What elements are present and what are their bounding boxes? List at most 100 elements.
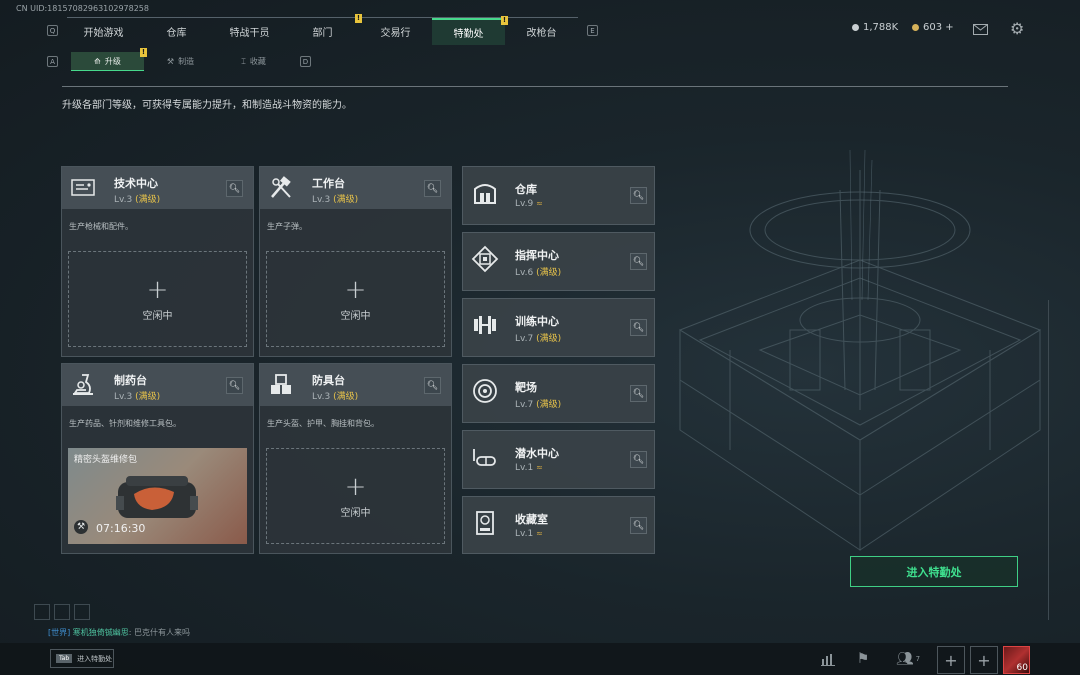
inspect-button[interactable]: 🔍︎ bbox=[226, 377, 243, 394]
department-card-armor-bench[interactable]: 防具台 Lv.3 (满级) 🔍︎ 生产头盔、护甲、胸挂和背包。 + 空闲中 bbox=[259, 363, 452, 554]
mail-icon[interactable] bbox=[973, 24, 988, 35]
production-slot[interactable]: + 空闲中 bbox=[68, 251, 247, 347]
card-level: Lv.1 ≈ bbox=[515, 463, 543, 473]
card-description: 生产子弹。 bbox=[267, 222, 307, 231]
friends-count: 7 bbox=[915, 655, 921, 663]
card-header: 技术中心 Lv.3 (满级) 🔍︎ bbox=[62, 167, 253, 209]
training-center-icon bbox=[474, 316, 496, 334]
card-level: Lv.3 (满级) bbox=[114, 195, 161, 205]
friends-icon: 👥︎ bbox=[895, 651, 914, 667]
chat-channel: [世界] bbox=[48, 628, 71, 637]
department-card-pharmacy[interactable]: 制药台 Lv.3 (满级) 🔍︎ 生产药品、针剂和维修工具包。 精密头盔维修包 … bbox=[61, 363, 254, 554]
chat-message: 巴克什有人来吗 bbox=[134, 628, 191, 637]
tab-start-game[interactable]: 开始游戏 bbox=[67, 18, 140, 45]
coin-icon bbox=[852, 24, 859, 31]
player-avatar[interactable]: 60 bbox=[1003, 646, 1030, 674]
wrench-icon: ⚒ bbox=[74, 520, 88, 534]
friends-button[interactable]: 👥︎ 7 bbox=[893, 648, 923, 670]
flag-icon[interactable]: ⚑ bbox=[852, 648, 874, 670]
divider bbox=[62, 86, 1008, 87]
tab-special-ops[interactable]: 特勤处! bbox=[432, 15, 508, 45]
magnifier-icon: 🔍︎ bbox=[632, 454, 645, 465]
card-title: 仓库 bbox=[515, 183, 537, 196]
inspect-button[interactable]: 🔍︎ bbox=[424, 180, 441, 197]
tab-trade[interactable]: 交易行 bbox=[359, 18, 432, 45]
magnifier-icon: 🔍︎ bbox=[228, 183, 241, 194]
upgrade-available-icon: ≈ bbox=[536, 199, 543, 208]
token-balance[interactable]: 603 + bbox=[912, 22, 954, 33]
magnifier-icon: 🔍︎ bbox=[632, 520, 645, 531]
command-center-icon bbox=[471, 245, 499, 273]
inspect-button[interactable]: 🔍︎ bbox=[630, 319, 647, 336]
facility-wireframe-background bbox=[678, 150, 1042, 551]
card-level: Lv.7 (满级) bbox=[515, 334, 562, 344]
magnifier-icon: 🔍︎ bbox=[632, 256, 645, 267]
chat-sender[interactable]: 寒机独倚铖幽思 bbox=[73, 628, 129, 637]
pharmacy-icon bbox=[73, 374, 93, 395]
inspect-button[interactable]: 🔍︎ bbox=[630, 187, 647, 204]
inspect-button[interactable]: 🔍︎ bbox=[630, 385, 647, 402]
department-card-command-center[interactable]: 指挥中心 Lv.6 (满级) 🔍︎ bbox=[462, 232, 655, 291]
magnifier-icon: 🔍︎ bbox=[426, 380, 439, 391]
subtab-collection[interactable]: ⌶ 收藏 bbox=[217, 52, 290, 71]
department-card-collection-room[interactable]: 收藏室 Lv.1 ≈ 🔍︎ bbox=[462, 496, 655, 554]
player-uid: CN UID:18157082963102978258 bbox=[16, 4, 149, 13]
department-card-workbench[interactable]: 工作台 Lv.3 (满级) 🔍︎ 生产子弹。 + 空闲中 bbox=[259, 166, 452, 357]
department-card-training-center[interactable]: 训练中心 Lv.7 (满级) 🔍︎ bbox=[462, 298, 655, 357]
card-title: 靶场 bbox=[515, 381, 537, 394]
workbench-icon bbox=[271, 176, 291, 198]
player-level: 60 bbox=[1016, 663, 1028, 673]
main-navigation: Q 开始游戏 仓库 特战干员 部门! 交易行 特勤处! 改枪台 E bbox=[47, 13, 598, 45]
card-level: Lv.9 ≈ bbox=[515, 199, 543, 209]
world-chat-line[interactable]: [世界] 寒机独倚铖幽思: 巴克什有人来吗 bbox=[48, 627, 190, 638]
subtab-upgrade[interactable]: ⟰ 升级! bbox=[71, 48, 147, 71]
slot-status: 空闲中 bbox=[340, 507, 371, 519]
item-name: 精密头盔维修包 bbox=[74, 455, 138, 465]
enter-special-ops-button[interactable]: 进入特勤处 bbox=[850, 556, 1018, 587]
department-card-tech-center[interactable]: 技术中心 Lv.3 (满级) 🔍︎ 生产枪械和配件。 + 空闲中 bbox=[61, 166, 254, 357]
tab-hint-button[interactable]: Tab 进入特勤处 bbox=[50, 649, 114, 668]
department-card-warehouse[interactable]: 仓库 Lv.9 ≈ 🔍︎ bbox=[462, 166, 655, 225]
subtab-craft[interactable]: ⚒ 制造 bbox=[144, 52, 217, 71]
inspect-button[interactable]: 🔍︎ bbox=[226, 180, 243, 197]
corner-decoration bbox=[54, 604, 70, 620]
upgrade-icon: ⟰ bbox=[94, 56, 101, 66]
production-slot[interactable]: + 空闲中 bbox=[266, 251, 445, 347]
department-card-shooting-range[interactable]: 靶场 Lv.7 (满级) 🔍︎ bbox=[462, 364, 655, 423]
frame-line bbox=[1048, 300, 1049, 620]
corner-decoration bbox=[34, 604, 50, 620]
invite-slot-button[interactable]: + bbox=[970, 646, 998, 674]
production-item[interactable]: 精密头盔维修包 ⚒ 07:16:30 bbox=[68, 448, 247, 544]
tab-department[interactable]: 部门! bbox=[286, 13, 362, 45]
plus-icon: + bbox=[344, 471, 367, 502]
card-title: 指挥中心 bbox=[515, 249, 559, 262]
inspect-button[interactable]: 🔍︎ bbox=[424, 377, 441, 394]
collection-room-icon bbox=[476, 511, 494, 535]
tab-gunsmith[interactable]: 改枪台 bbox=[505, 18, 578, 45]
inspect-button[interactable]: 🔍︎ bbox=[630, 451, 647, 468]
shooting-range-icon bbox=[473, 379, 497, 403]
invite-slot-button[interactable]: + bbox=[937, 646, 965, 674]
warehouse-icon bbox=[474, 184, 496, 204]
card-level: Lv.1 ≈ bbox=[515, 529, 543, 539]
plus-icon: + bbox=[344, 274, 367, 305]
nav-next-key[interactable]: E bbox=[587, 25, 598, 36]
card-description: 生产头盔、护甲、胸挂和背包。 bbox=[267, 419, 379, 428]
add-token-button[interactable]: + bbox=[945, 22, 953, 33]
subnav-next-key[interactable]: D bbox=[300, 56, 311, 67]
stats-chart-icon[interactable] bbox=[817, 648, 839, 670]
subnav-prev-key[interactable]: A bbox=[47, 56, 58, 67]
helmet-repair-kit-image bbox=[116, 476, 198, 518]
card-header: 制药台 Lv.3 (满级) 🔍︎ bbox=[62, 364, 253, 406]
inspect-button[interactable]: 🔍︎ bbox=[630, 253, 647, 270]
nav-prev-key[interactable]: Q bbox=[47, 25, 58, 36]
production-slot[interactable]: + 空闲中 bbox=[266, 448, 445, 544]
card-level: Lv.3 (满级) bbox=[312, 392, 359, 402]
settings-gear-icon[interactable]: ⚙ bbox=[1010, 19, 1024, 38]
tab-operators[interactable]: 特战干员 bbox=[213, 18, 286, 45]
card-title: 防具台 bbox=[312, 374, 345, 387]
department-card-diving-center[interactable]: 潜水中心 Lv.1 ≈ 🔍︎ bbox=[462, 430, 655, 489]
tab-warehouse[interactable]: 仓库 bbox=[140, 18, 213, 45]
inspect-button[interactable]: 🔍︎ bbox=[630, 517, 647, 534]
armor-bench-icon bbox=[271, 374, 291, 394]
